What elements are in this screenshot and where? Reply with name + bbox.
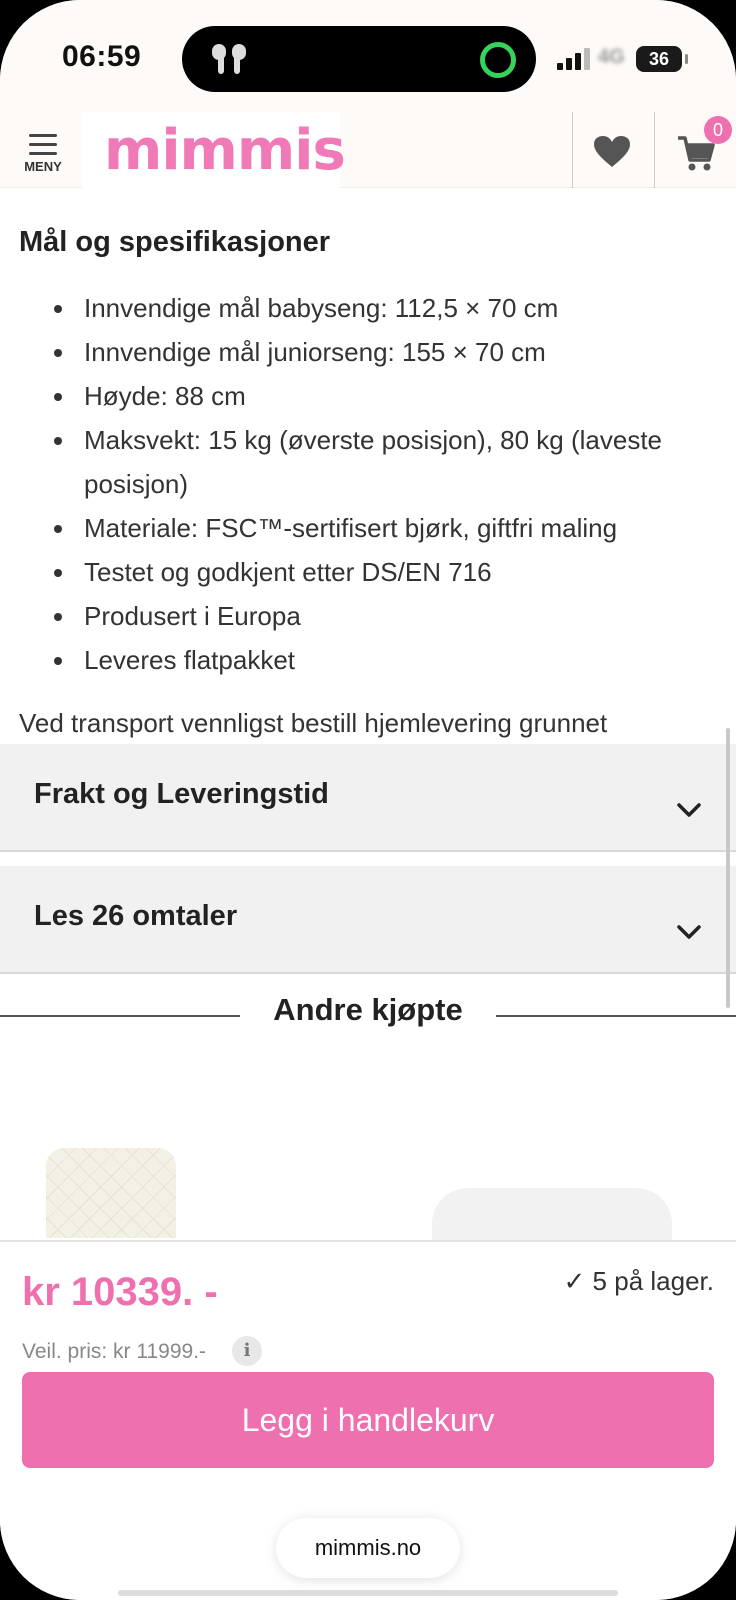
specs-list: Innvendige mål babyseng: 112,5 × 70 cm I… [50,286,710,682]
status-bar: 06:59 4G 36 [0,0,736,112]
related-heading: Andre kjøpte [273,992,463,1027]
list-item: Leveres flatpakket [50,638,710,682]
chevron-down-icon [677,925,701,939]
accordion-shipping[interactable]: Frakt og Leveringstid [0,744,736,852]
network-type: 4G [598,46,625,68]
menu-label: MENY [24,159,62,174]
logo-link[interactable]: mimmis [82,112,346,188]
add-to-cart-button[interactable]: Legg i handlekurv [22,1372,714,1468]
dynamic-island [182,26,536,92]
list-item: Innvendige mål babyseng: 112,5 × 70 cm [50,286,710,330]
buy-bar: kr 10339. - ✓ 5 på lager. Veil. pris: kr… [0,1240,736,1600]
list-item: Testet og godkjent etter DS/EN 716 [50,550,710,594]
scrollbar[interactable] [726,728,730,1008]
stock-status: ✓ 5 på lager. [563,1266,714,1296]
product-description: Mål og spesifikasjoner Innvendige mål ba… [0,188,736,743]
logo: mimmis [104,118,346,183]
airpods-icon [212,44,246,74]
url-bar[interactable]: mimmis.no [276,1518,460,1578]
cellular-signal-icon [557,48,590,70]
accordion-reviews[interactable]: Les 26 omtaler [0,866,736,974]
list-item: Innvendige mål juniorseng: 155 × 70 cm [50,330,710,374]
related-product-image[interactable] [432,1188,672,1248]
specs-heading: Mål og spesifikasjoner [19,226,331,258]
phone-screen: 06:59 4G 36 MENY mimmis 0 Mål og spesifi… [0,0,736,1600]
info-icon[interactable]: i [232,1336,262,1366]
header-divider [572,112,573,188]
recommended-price: Veil. pris: kr 11999.- [22,1340,207,1363]
list-item: Høyde: 88 cm [50,374,710,418]
wishlist-heart-icon[interactable] [592,134,632,170]
hamburger-icon [29,134,57,156]
activity-ring-icon [480,42,516,78]
chevron-down-icon [677,803,701,817]
price: kr 10339. - [22,1270,218,1314]
cart-count-badge: 0 [704,116,732,144]
home-indicator[interactable] [118,1590,618,1596]
accordion-title: Frakt og Leveringstid [34,778,329,810]
site-header: MENY mimmis 0 [0,112,736,188]
list-item: Produsert i Europa [50,594,710,638]
transport-note: Ved transport vennligst bestill hjemleve… [19,708,608,738]
list-item: Maksvekt: 15 kg (øverste posisjon), 80 k… [50,418,710,506]
menu-button[interactable]: MENY [18,134,68,186]
header-divider [654,112,655,188]
list-item: Materiale: FSC™-sertifisert bjørk, giftf… [50,506,710,550]
related-product-image[interactable] [46,1148,176,1238]
accordion-title: Les 26 omtaler [34,900,238,932]
battery-icon: 36 [636,46,688,72]
clock: 06:59 [62,40,142,73]
